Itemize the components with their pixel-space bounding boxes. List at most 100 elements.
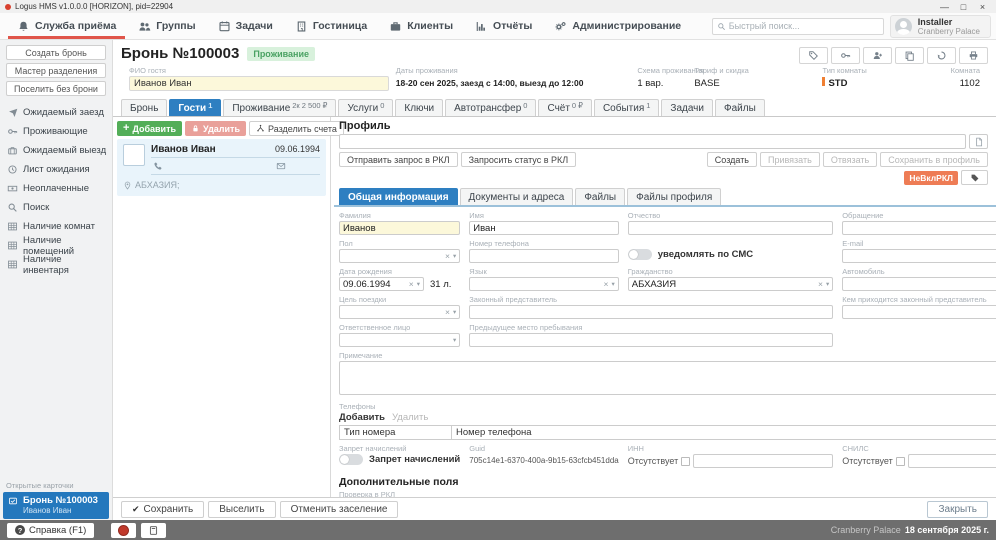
bind-profile-button[interactable]: Привязать bbox=[760, 152, 820, 167]
dropdown-icon[interactable]: ▾ bbox=[453, 336, 456, 344]
close-button[interactable]: Закрыть bbox=[927, 501, 988, 518]
phones-table[interactable]: Тип номера Номер телефона bbox=[339, 425, 996, 440]
tab-files[interactable]: Файлы bbox=[575, 188, 625, 205]
copy-button[interactable] bbox=[895, 47, 924, 64]
menu-hotel[interactable]: Гостиница bbox=[284, 13, 378, 39]
sidebar-item-room-availability[interactable]: Наличие комнат bbox=[0, 217, 112, 236]
tab-general-info[interactable]: Общая информация bbox=[339, 188, 458, 205]
delete-guest-button[interactable]: Удалить bbox=[185, 121, 246, 136]
middlename-input[interactable] bbox=[628, 221, 833, 235]
clear-icon[interactable]: × bbox=[409, 279, 414, 289]
guest-card[interactable]: Иванов Иван 09.06.1994 АБХАЗИЯ bbox=[117, 139, 326, 196]
menu-groups[interactable]: Группы bbox=[127, 13, 206, 39]
clear-icon[interactable]: × bbox=[445, 251, 450, 261]
dropdown-icon[interactable]: ▾ bbox=[611, 280, 614, 288]
dropdown-icon[interactable]: ▾ bbox=[453, 252, 456, 260]
note-textarea[interactable] bbox=[339, 361, 996, 395]
unbind-profile-button[interactable]: Отвязать bbox=[823, 152, 877, 167]
tags-button[interactable] bbox=[799, 47, 828, 64]
no-charges-toggle[interactable] bbox=[339, 454, 363, 465]
tab-transfer[interactable]: Автотрансфер0 bbox=[445, 99, 536, 116]
clear-icon[interactable]: × bbox=[818, 279, 823, 289]
window-minimize-button[interactable]: — bbox=[936, 1, 953, 13]
sidebar-item-search[interactable]: Поиск bbox=[0, 198, 112, 217]
checkout-button[interactable]: Выселить bbox=[208, 501, 275, 518]
sms-toggle[interactable] bbox=[628, 249, 652, 260]
lastname-input[interactable] bbox=[339, 221, 460, 235]
sidebar-item-expected-arrival[interactable]: Ожидаемый заезд bbox=[0, 103, 112, 122]
citizenship-select[interactable]: АБХАЗИЯ×▾ bbox=[628, 277, 833, 291]
print-button[interactable] bbox=[959, 47, 988, 64]
tab-profile-files[interactable]: Файлы профиля bbox=[627, 188, 721, 205]
inn-absent-checkbox[interactable] bbox=[681, 457, 690, 466]
sidebar-item-unpaid[interactable]: Неоплаченные bbox=[0, 179, 112, 198]
tab-documents-addresses[interactable]: Документы и адреса bbox=[460, 188, 574, 205]
add-guest-button[interactable] bbox=[863, 47, 892, 64]
tab-keys[interactable]: Ключи bbox=[395, 99, 443, 116]
gender-select[interactable]: ×▾ bbox=[339, 249, 460, 263]
window-maximize-button[interactable]: □ bbox=[955, 1, 972, 13]
sidebar-item-expected-departure[interactable]: Ожидаемый выезд bbox=[0, 141, 112, 160]
split-wizard-button[interactable]: Мастер разделения bbox=[6, 63, 106, 78]
salutation-input[interactable] bbox=[842, 221, 996, 235]
tab-booking[interactable]: Бронь bbox=[121, 99, 167, 116]
sidebar-item-inhouse-guests[interactable]: Проживающие bbox=[0, 122, 112, 141]
create-profile-button[interactable]: Создать bbox=[707, 152, 757, 167]
keys-button[interactable] bbox=[831, 47, 860, 64]
user-menu[interactable]: Installer Cranberry Palace bbox=[890, 15, 991, 38]
tab-guests[interactable]: Гости1 bbox=[169, 99, 221, 116]
clear-icon[interactable]: × bbox=[445, 307, 450, 317]
guest-photo-placeholder[interactable] bbox=[123, 144, 145, 166]
search-input[interactable] bbox=[729, 21, 879, 31]
tab-bill[interactable]: Счёт0 ₽ bbox=[538, 99, 592, 116]
legal-representative-relation-select[interactable]: ×▾ bbox=[842, 305, 996, 319]
tab-services[interactable]: Услуги0 bbox=[338, 99, 393, 116]
firstname-input[interactable] bbox=[469, 221, 618, 235]
save-to-profile-button[interactable]: Сохранить в профиль bbox=[880, 152, 988, 167]
phone-remove-link[interactable]: Удалить bbox=[392, 412, 428, 423]
guest-fio-input[interactable] bbox=[129, 76, 389, 91]
calculator-button[interactable] bbox=[141, 523, 166, 538]
open-card-booking[interactable]: Бронь №100003 Иванов Иван bbox=[3, 492, 109, 519]
tab-stay[interactable]: Проживание2к 2 500 ₽ bbox=[223, 99, 336, 116]
menu-front-desk[interactable]: Служба приёма bbox=[6, 13, 127, 39]
inn-input[interactable] bbox=[693, 454, 833, 468]
fiscal-button[interactable] bbox=[111, 523, 136, 538]
sidebar-item-space-availability[interactable]: Наличие помещений bbox=[0, 236, 112, 255]
help-button[interactable]: ?Справка (F1) bbox=[7, 523, 94, 538]
snils-input[interactable] bbox=[908, 454, 996, 468]
dropdown-icon[interactable]: ▾ bbox=[453, 308, 456, 316]
save-button[interactable]: ✔Сохранить bbox=[121, 501, 204, 518]
profile-search-input[interactable] bbox=[339, 134, 966, 149]
add-guest-button[interactable]: +Добавить bbox=[117, 121, 182, 136]
checkin-without-booking-button[interactable]: Поселить без брони bbox=[6, 81, 106, 96]
tab-events[interactable]: События1 bbox=[594, 99, 659, 116]
tab-tasks[interactable]: Задачи bbox=[661, 99, 713, 116]
legal-representative-input[interactable] bbox=[469, 305, 833, 319]
phone-add-link[interactable]: Добавить bbox=[339, 412, 385, 423]
language-select[interactable]: ×▾ bbox=[469, 277, 618, 291]
menu-reports[interactable]: Отчёты bbox=[464, 13, 543, 39]
phone-input[interactable] bbox=[469, 249, 618, 263]
responsible-person-select[interactable]: ▾ bbox=[339, 333, 460, 347]
dropdown-icon[interactable]: ▾ bbox=[826, 280, 829, 288]
history-button[interactable] bbox=[927, 47, 956, 64]
trip-purpose-select[interactable]: ×▾ bbox=[339, 305, 460, 319]
menu-administration[interactable]: Администрирование bbox=[543, 13, 692, 39]
quick-search[interactable] bbox=[712, 18, 884, 35]
profile-tags-button[interactable] bbox=[961, 170, 988, 185]
profile-document-button[interactable] bbox=[969, 134, 988, 149]
window-close-button[interactable]: × bbox=[974, 1, 991, 13]
menu-tasks[interactable]: Задачи bbox=[207, 13, 284, 39]
dropdown-icon[interactable]: ▾ bbox=[417, 280, 420, 288]
sidebar-item-inventory-availability[interactable]: Наличие инвентаря bbox=[0, 255, 112, 274]
snils-absent-checkbox[interactable] bbox=[896, 457, 905, 466]
clear-icon[interactable]: × bbox=[604, 279, 609, 289]
request-rkl-status-button[interactable]: Запросить статус в РКЛ bbox=[461, 152, 577, 167]
menu-clients[interactable]: Клиенты bbox=[378, 13, 464, 39]
split-bills-button[interactable]: Разделить счета bbox=[249, 121, 344, 136]
email-input[interactable] bbox=[842, 249, 996, 263]
car-input[interactable] bbox=[842, 277, 996, 291]
send-rkl-request-button[interactable]: Отправить запрос в РКЛ bbox=[339, 152, 458, 167]
sidebar-item-waiting-list[interactable]: Лист ожидания bbox=[0, 160, 112, 179]
